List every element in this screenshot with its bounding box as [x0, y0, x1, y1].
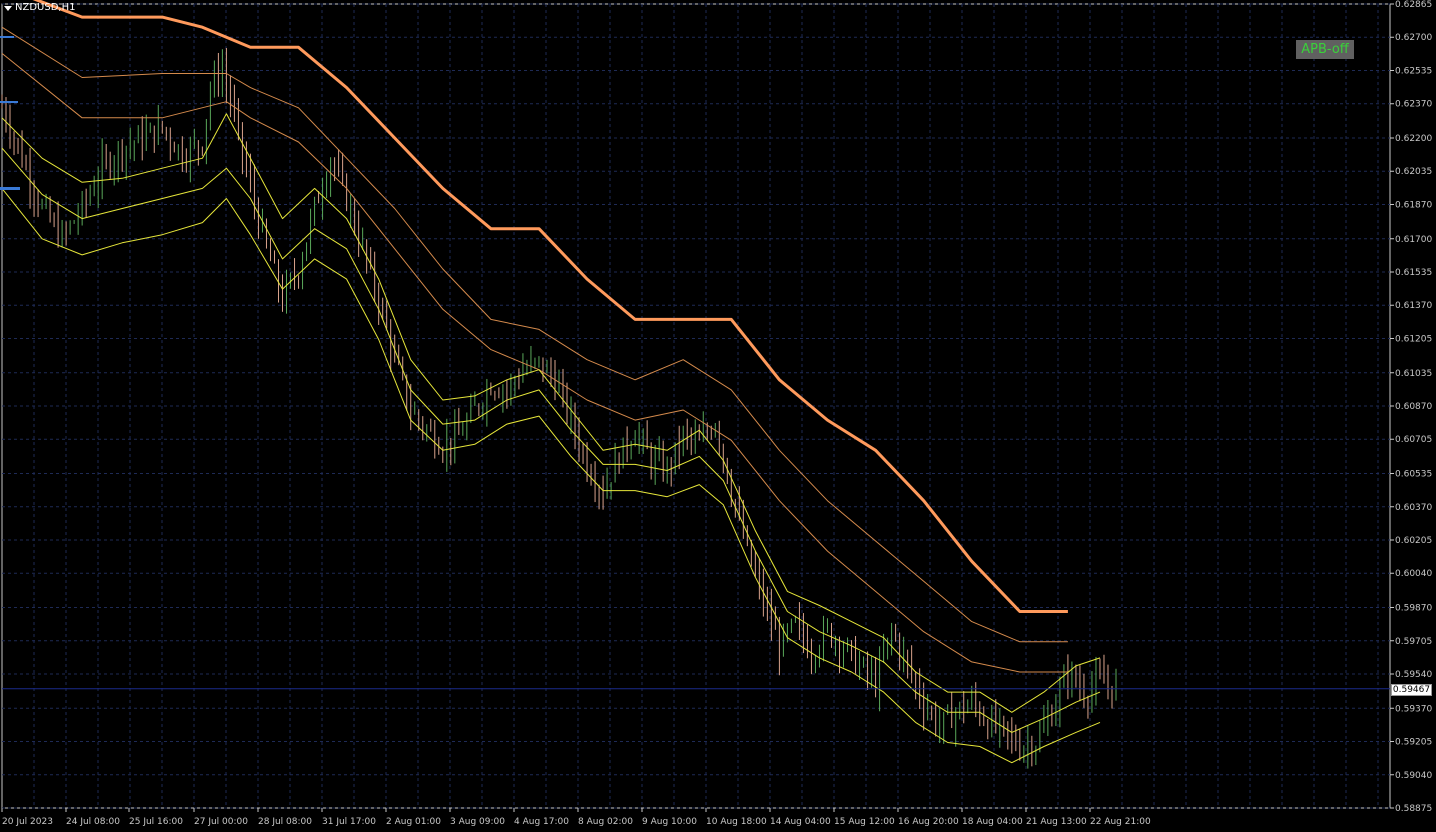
y-tick-label: 0.62700 — [1395, 33, 1432, 43]
dropdown-arrow-icon — [4, 5, 12, 11]
x-tick-label: 2 Aug 01:00 — [386, 817, 441, 827]
y-tick-label: 0.60040 — [1395, 569, 1432, 579]
y-tick-label: 0.59870 — [1395, 604, 1432, 614]
x-tick-label: 25 Jul 16:00 — [129, 817, 183, 827]
y-tick-label: 0.61035 — [1395, 369, 1432, 379]
y-tick-label: 0.61700 — [1395, 235, 1432, 245]
symbol-menu[interactable]: NZDUSD,H1 — [4, 2, 75, 13]
x-tick-label: 22 Aug 21:00 — [1090, 817, 1151, 827]
indicator-line — [1, 188, 1101, 764]
x-tick-label: 28 Jul 08:00 — [258, 817, 312, 827]
y-tick-label: 0.62035 — [1395, 167, 1432, 177]
x-tick-label: 16 Aug 20:00 — [898, 817, 959, 827]
x-tick-label: 21 Aug 13:00 — [1026, 817, 1087, 827]
level-marker — [0, 36, 14, 38]
y-tick-label: 0.59040 — [1395, 771, 1432, 781]
y-tick-label: 0.59370 — [1395, 704, 1432, 714]
current-price-label: 0.59467 — [1391, 684, 1432, 696]
symbol-label: NZDUSD,H1 — [15, 2, 76, 13]
y-tick-label: 0.62865 — [1395, 0, 1432, 10]
price-chart[interactable]: 0.62865 0.62700 0.62535 0.62370 0.62200 0.620… — [0, 0, 1436, 832]
x-tick-label: 18 Aug 04:00 — [962, 817, 1023, 827]
x-tick-label: 14 Aug 04:00 — [770, 817, 831, 827]
y-tick-label: 0.59705 — [1395, 637, 1432, 647]
y-tick-label: 0.60205 — [1395, 536, 1432, 546]
y-tick-label: 0.60370 — [1395, 503, 1432, 513]
x-tick-label: 31 Jul 17:00 — [322, 817, 376, 827]
x-tick-label: 24 Jul 08:00 — [66, 817, 120, 827]
y-tick-label: 0.62200 — [1395, 134, 1432, 144]
chart-window[interactable]: 0.62865 0.62700 0.62535 0.62370 0.62200 0.620… — [0, 0, 1436, 832]
y-tick-label: 0.58875 — [1395, 804, 1432, 814]
y-tick-label: 0.59540 — [1395, 670, 1432, 680]
y-tick-label: 0.62535 — [1395, 66, 1432, 76]
indicator-line — [1, 147, 1101, 733]
x-tick-label: 4 Aug 17:00 — [514, 817, 569, 827]
indicator-line — [1, 113, 1101, 713]
x-tick-label: 9 Aug 10:00 — [642, 817, 697, 827]
y-tick-label: 0.59205 — [1395, 738, 1432, 748]
y-tick-label: 0.60705 — [1395, 435, 1432, 445]
y-tick-label: 0.61870 — [1395, 200, 1432, 210]
y-tick-label: 0.60535 — [1395, 470, 1432, 480]
y-tick-label: 0.62370 — [1395, 100, 1432, 110]
x-tick-label: 20 Jul 2023 — [2, 817, 53, 827]
x-tick-label: 15 Aug 12:00 — [834, 817, 895, 827]
y-tick-label: 0.60870 — [1395, 402, 1432, 412]
y-tick-label: 0.61370 — [1395, 301, 1432, 311]
x-tick-label: 27 Jul 00:00 — [194, 817, 248, 827]
y-tick-label: 0.61205 — [1395, 334, 1432, 344]
x-tick-label: 10 Aug 18:00 — [706, 817, 767, 827]
x-tick-label: 3 Aug 09:00 — [450, 817, 505, 827]
apb-toggle-button[interactable]: APB-off — [1296, 40, 1354, 59]
x-tick-label: 8 Aug 02:00 — [578, 817, 633, 827]
level-marker — [0, 101, 18, 103]
y-tick-label: 0.61535 — [1395, 268, 1432, 278]
level-marker — [0, 187, 20, 190]
